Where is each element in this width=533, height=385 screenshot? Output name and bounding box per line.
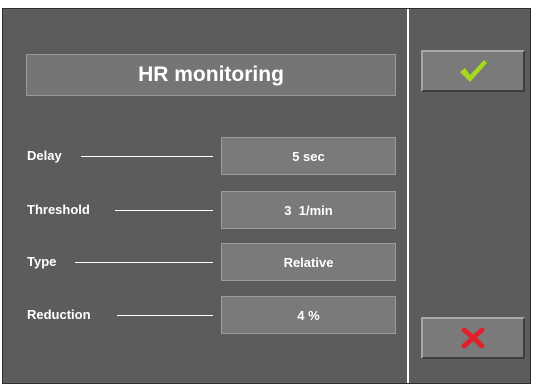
- type-value-field[interactable]: Relative: [221, 243, 396, 281]
- delay-value-field[interactable]: 5 sec: [221, 137, 396, 175]
- panel-divider: [407, 9, 409, 383]
- setting-label-threshold: Threshold: [27, 202, 90, 217]
- confirm-button[interactable]: [421, 50, 525, 92]
- checkmark-icon: [460, 60, 487, 82]
- setting-leader-line: [75, 262, 213, 263]
- setting-label-reduction: Reduction: [27, 307, 91, 322]
- setting-leader-line: [81, 156, 213, 157]
- cross-icon: [461, 327, 485, 349]
- reduction-value-field[interactable]: 4 %: [221, 296, 396, 334]
- cancel-button[interactable]: [421, 317, 525, 359]
- setting-leader-line: [117, 315, 213, 316]
- setting-leader-line: [115, 210, 213, 211]
- setting-row-threshold: Threshold 3 1/min: [27, 191, 397, 229]
- setting-label-delay: Delay: [27, 148, 62, 163]
- setting-row-type: Type Relative: [27, 243, 397, 281]
- setting-label-type: Type: [27, 254, 57, 269]
- setting-row-reduction: Reduction 4 %: [27, 296, 397, 334]
- hr-monitoring-screen: HR monitoring Delay 5 sec Threshold 3 1/…: [2, 8, 531, 384]
- threshold-value-field[interactable]: 3 1/min: [221, 191, 396, 229]
- setting-row-delay: Delay 5 sec: [27, 137, 397, 175]
- page-title: HR monitoring: [26, 54, 396, 96]
